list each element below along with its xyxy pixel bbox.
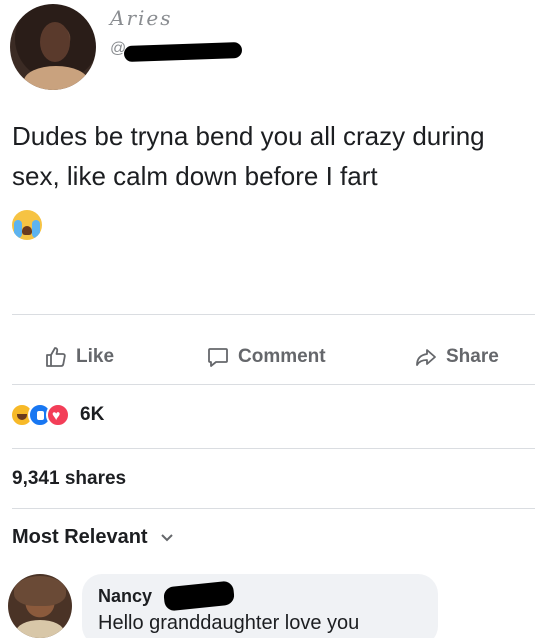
thumbs-up-icon <box>46 347 66 367</box>
divider <box>12 508 535 509</box>
post-actions: Like Comment Share <box>0 330 547 384</box>
post-text: Dudes be tryna bend you all crazy during… <box>12 121 485 191</box>
love-reaction-icon <box>46 403 70 427</box>
share-arrow-icon <box>416 349 436 366</box>
commenter-avatar[interactable] <box>8 574 72 638</box>
comment-button[interactable]: Comment <box>206 344 326 370</box>
share-label: Share <box>446 346 499 367</box>
post-header: Aries @ <box>0 0 547 100</box>
like-button[interactable]: Like <box>44 344 114 370</box>
avatar-shoulder <box>24 66 88 90</box>
author-name[interactable]: Aries <box>110 6 173 30</box>
emoji-mouth <box>22 226 32 235</box>
loudly-crying-face-icon <box>12 210 42 240</box>
avatar-hair <box>14 576 66 606</box>
avatar-face <box>40 22 70 62</box>
author-avatar[interactable] <box>10 4 96 90</box>
divider <box>12 384 535 385</box>
avatar-shirt <box>16 620 64 638</box>
comment-bubble: Nancy Hello granddaughter love you <box>82 574 438 638</box>
comment-author[interactable]: Nancy <box>98 586 152 607</box>
comment-text: Hello granddaughter love you <box>98 612 360 634</box>
divider <box>12 314 535 315</box>
comment-sort-label: Most Relevant <box>12 526 148 548</box>
share-count[interactable]: 9,341 shares <box>12 468 126 490</box>
reaction-summary[interactable]: 6K <box>10 400 104 430</box>
comment-sort-dropdown[interactable]: Most Relevant <box>12 526 174 549</box>
reaction-count: 6K <box>80 404 105 425</box>
redaction-mark <box>162 580 236 612</box>
comment-label: Comment <box>238 346 326 367</box>
like-label: Like <box>76 346 115 367</box>
author-handle: @ <box>110 40 250 63</box>
share-button[interactable]: Share <box>414 344 499 370</box>
chevron-down-icon <box>160 533 173 541</box>
emoji-tear-left <box>14 220 22 238</box>
divider <box>12 448 535 449</box>
emoji-tear-right <box>32 220 40 238</box>
redaction-mark <box>123 41 243 63</box>
comment-icon <box>208 348 228 367</box>
